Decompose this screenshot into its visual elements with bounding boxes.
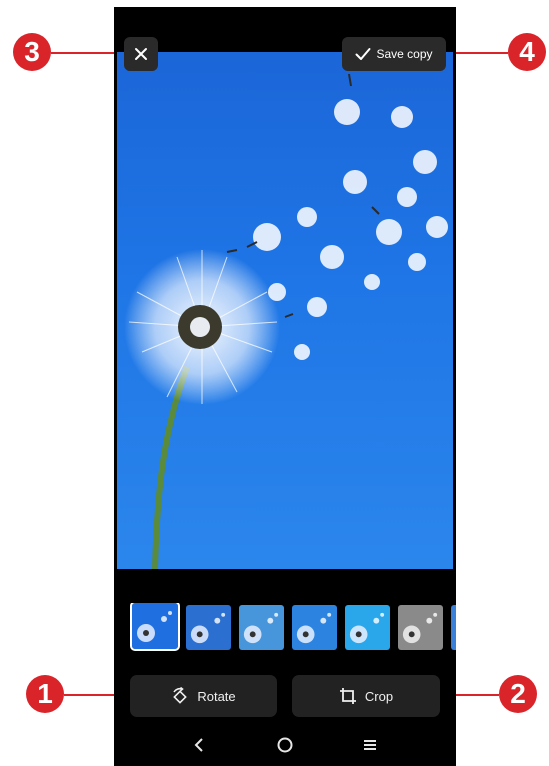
crop-button[interactable]: Crop [292,675,440,717]
crop-icon [339,688,356,704]
callout-2: 2 [499,675,537,713]
rotate-button[interactable]: Rotate [130,675,277,717]
back-icon [194,738,203,752]
rotate-label: Rotate [197,688,236,704]
rotate-icon [173,687,188,704]
dandelion-photo [124,73,448,569]
filter-thumbnail-4[interactable] [292,605,337,650]
filter-thumbnail-original[interactable] [130,603,180,651]
home-icon [277,737,293,753]
callout-3: 3 [13,33,51,71]
filter-thumbnail-6[interactable] [398,605,443,650]
filter-thumbnail-2[interactable] [186,605,231,650]
back-button[interactable] [184,732,214,758]
photo-preview [117,52,453,569]
menu-icon [364,740,376,750]
filter-strip[interactable] [130,603,456,653]
home-button[interactable] [270,732,300,758]
filter-thumbnail-5[interactable] [345,605,390,650]
filter-thumbnail-7[interactable] [451,605,456,650]
callout-1: 1 [26,675,64,713]
callout-4: 4 [508,33,546,71]
filter-thumbnail-3[interactable] [239,605,284,650]
system-navigation-bar [114,727,456,763]
phone-screen: Save copy Rotate Crop [114,7,456,766]
check-icon [355,48,371,60]
close-button[interactable] [124,37,158,71]
save-copy-label: Save copy [376,47,433,61]
recents-button[interactable] [355,732,385,758]
crop-label: Crop [364,688,394,704]
close-icon [135,48,147,60]
save-copy-button[interactable]: Save copy [342,37,446,71]
